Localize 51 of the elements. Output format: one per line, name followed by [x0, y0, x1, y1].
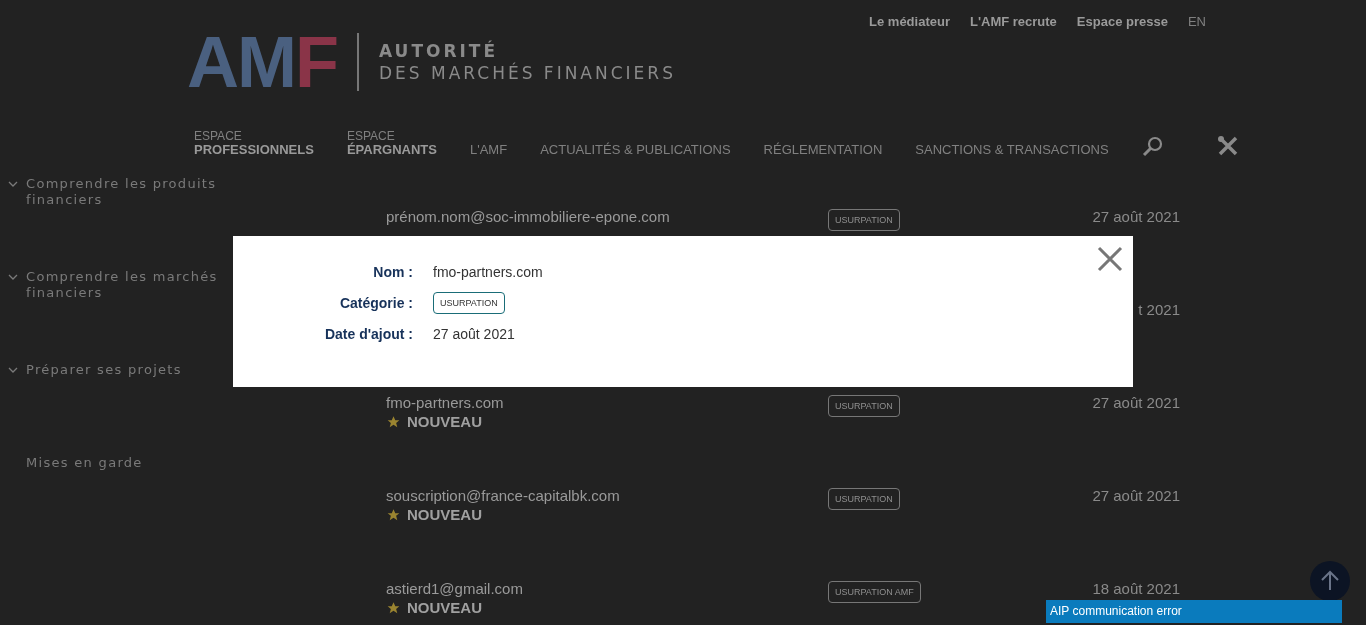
- field-value: fmo-partners.com: [433, 264, 544, 280]
- entry-date: t 2021: [1138, 301, 1180, 318]
- field-value: 27 août 2021: [433, 326, 516, 342]
- field-label: Catégorie :: [339, 295, 413, 311]
- close-icon[interactable]: [1097, 246, 1123, 272]
- entry-date: 27 août 2021: [1092, 487, 1180, 504]
- star-icon: [386, 414, 401, 429]
- sidebar-item[interactable]: Comprendre les produits financiers: [0, 176, 290, 269]
- field-label: Date d'ajout :: [324, 326, 413, 342]
- new-label: NOUVEAU: [407, 413, 482, 430]
- sidebar-item[interactable]: Mises en garde: [0, 455, 290, 548]
- nav-link[interactable]: ESPACE PROFESSIONNELS: [194, 130, 314, 157]
- new-label: NOUVEAU: [407, 506, 482, 523]
- star-icon: [386, 600, 401, 615]
- sidebar-item[interactable]: Préparer ses projets: [0, 362, 290, 455]
- search-icon[interactable]: [1141, 135, 1164, 157]
- category-tag: USURPATION: [828, 488, 900, 510]
- chevron-icon: [8, 366, 18, 374]
- nav-link[interactable]: SANCTIONS & TRANSACTIONS: [915, 142, 1109, 157]
- entry-name[interactable]: astierd1@gmail.com: [386, 580, 828, 597]
- arrow-up-icon: [1319, 570, 1341, 592]
- logo-title: AUTORITÉ: [378, 40, 500, 62]
- entry-date: 18 août 2021: [1092, 580, 1180, 597]
- language-link[interactable]: EN: [1187, 14, 1206, 29]
- new-label: NOUVEAU: [407, 599, 482, 616]
- entry-date: 27 août 2021: [1092, 208, 1180, 225]
- chevron-icon: [8, 180, 18, 188]
- category-tag: USURPATION: [828, 209, 900, 231]
- nav-link[interactable]: ACTUALITÉS & PUBLICATIONS: [540, 142, 731, 157]
- nav-link[interactable]: ESPACE ÉPARGNANTS: [346, 130, 437, 157]
- field-label: Nom :: [373, 264, 413, 280]
- star-icon: [386, 507, 401, 522]
- entry-name[interactable]: souscription@france-capitalbk.com: [386, 487, 828, 504]
- logo-subtitle: DES MARCHÉS FINANCIERS: [378, 62, 676, 84]
- nav-link[interactable]: L'AMF: [469, 142, 508, 157]
- entry-name[interactable]: fmo-partners.com: [386, 394, 828, 411]
- category-tag: USURPATION: [433, 292, 505, 314]
- error-banner: AIP communication error: [1046, 600, 1342, 623]
- category-tag: USURPATION: [828, 395, 900, 417]
- entry-name[interactable]: prénom.nom@soc-immobiliere-epone.com: [386, 208, 828, 225]
- sidebar-item[interactable]: Comprendre les marchés financiers: [0, 269, 290, 362]
- nav-link[interactable]: RÉGLEMENTATION: [763, 142, 883, 157]
- top-link[interactable]: Espace presse: [1076, 14, 1168, 29]
- tools-icon[interactable]: [1216, 135, 1239, 157]
- top-link[interactable]: L'AMF recrute: [969, 14, 1057, 29]
- chevron-icon: [8, 273, 18, 281]
- logo: AMF: [187, 26, 337, 98]
- entry-date: 27 août 2021: [1092, 394, 1180, 411]
- category-tag: USURPATION AMF: [828, 581, 921, 603]
- top-link[interactable]: Le médiateur: [869, 14, 950, 29]
- back-to-top-button[interactable]: [1310, 561, 1350, 601]
